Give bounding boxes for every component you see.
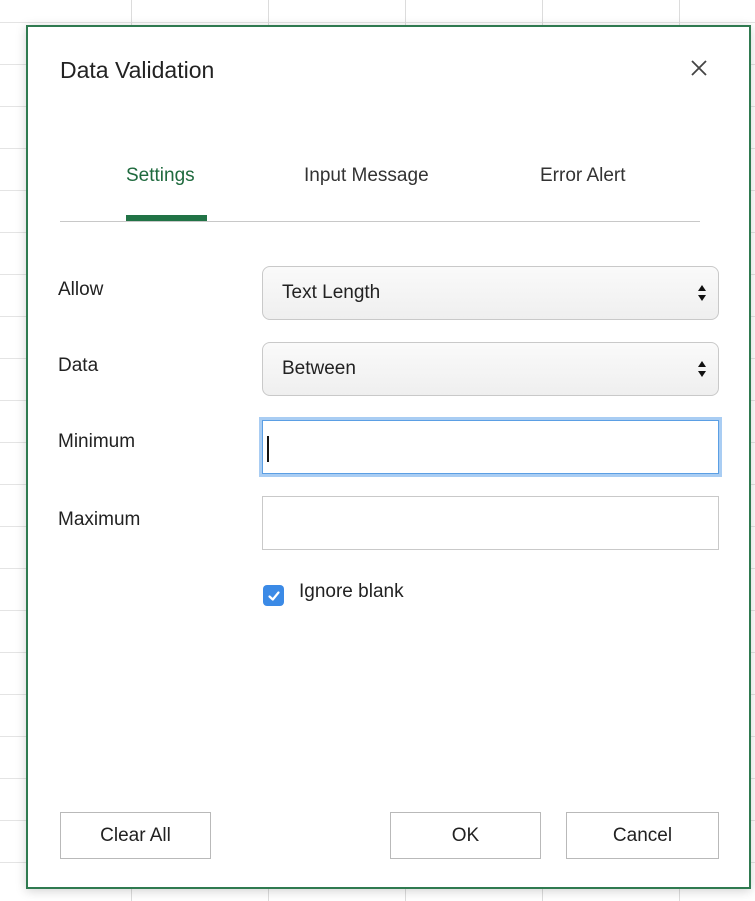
allow-label: Allow [58, 279, 104, 300]
minimum-label: Minimum [58, 431, 136, 452]
maximum-input[interactable] [262, 496, 719, 550]
ok-button[interactable]: OK [390, 812, 541, 859]
tab-settings[interactable]: Settings [126, 165, 195, 187]
data-select-value: Between [282, 358, 356, 379]
cancel-button[interactable]: Cancel [566, 812, 719, 859]
minimum-input[interactable] [262, 420, 719, 474]
tab-error-alert[interactable]: Error Alert [540, 165, 626, 187]
close-button[interactable] [684, 53, 714, 83]
data-label: Data [58, 355, 99, 376]
tab-bar: Settings Input Message Error Alert [60, 147, 700, 222]
ignore-blank-checkbox[interactable] [263, 585, 284, 606]
dialog-title: Data Validation [60, 57, 215, 83]
data-validation-dialog: Data Validation Settings Input Message E… [26, 25, 751, 889]
checkmark-icon [267, 590, 280, 601]
active-tab-indicator [126, 215, 207, 221]
data-select[interactable]: Between [262, 342, 719, 396]
clear-all-button[interactable]: Clear All [60, 812, 211, 859]
tab-input-message[interactable]: Input Message [304, 165, 429, 187]
allow-select[interactable]: Text Length [262, 266, 719, 320]
select-arrows-icon [698, 285, 706, 301]
text-caret [267, 436, 269, 462]
allow-select-value: Text Length [282, 282, 381, 303]
maximum-label: Maximum [58, 509, 141, 530]
ignore-blank-label: Ignore blank [299, 581, 404, 602]
select-arrows-icon [698, 361, 706, 377]
close-icon [691, 60, 707, 76]
